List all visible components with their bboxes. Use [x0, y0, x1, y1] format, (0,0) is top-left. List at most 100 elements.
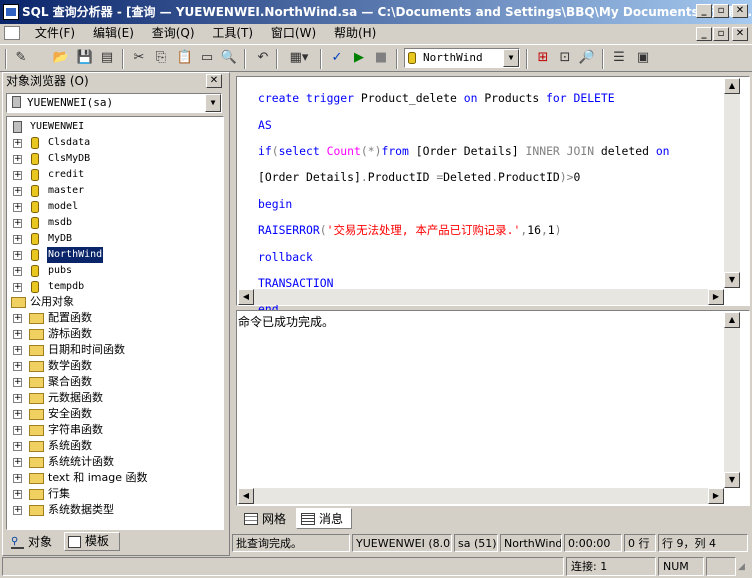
expand-icon[interactable]: + — [13, 474, 22, 483]
expand-icon[interactable]: + — [13, 203, 22, 212]
expand-icon[interactable]: + — [13, 362, 22, 371]
tree-common-objects[interactable]: 公用对象 — [7, 294, 207, 310]
minimize-button[interactable]: _ — [696, 4, 712, 18]
tree-common-object-item[interactable]: + 元数据函数 — [7, 390, 217, 406]
expand-icon[interactable]: + — [13, 346, 22, 355]
tab-templates[interactable]: 模板 — [64, 532, 120, 551]
tree-database-item[interactable]: + ClsMyDB — [7, 151, 207, 167]
object-browser-close-button[interactable]: ✕ — [206, 74, 222, 88]
copy-icon[interactable]: ⎘ — [152, 49, 170, 67]
search-object-icon[interactable]: 🔎 — [578, 49, 596, 67]
save-icon[interactable]: 💾 — [76, 49, 94, 67]
tab-grid[interactable]: 网格 — [240, 509, 296, 530]
chevron-down-icon[interactable]: ▼ — [205, 94, 221, 112]
open-icon[interactable]: 📂 — [52, 49, 70, 67]
editor-vertical-scrollbar[interactable]: ▲ ▼ — [724, 78, 740, 288]
scroll-right-icon[interactable]: ▶ — [708, 289, 724, 305]
scroll-down-icon[interactable]: ▼ — [724, 472, 740, 488]
results-pane[interactable] — [236, 310, 750, 506]
expand-icon[interactable]: + — [13, 219, 22, 228]
tree-database-item[interactable]: + NorthWind — [7, 246, 207, 264]
results-vertical-scrollbar[interactable]: ▲ ▼ — [724, 312, 740, 488]
tree-common-object-item[interactable]: + 游标函数 — [7, 326, 217, 342]
expand-icon[interactable]: + — [13, 171, 22, 180]
restore-button[interactable]: ▫ — [713, 4, 729, 18]
tree-database-item[interactable]: + credit — [7, 167, 207, 183]
server-select[interactable]: YUEWENWEI(sa) ▼ — [6, 93, 222, 113]
expand-icon[interactable]: + — [13, 283, 22, 292]
expand-icon[interactable]: + — [13, 251, 22, 260]
parse-icon[interactable]: ✓ — [328, 49, 346, 67]
database-select[interactable]: NorthWind ▼ — [404, 48, 520, 68]
tree-common-object-item[interactable]: + 配置函数 — [7, 310, 217, 326]
find-icon[interactable]: 🔍 — [220, 49, 238, 67]
tree-common-object-item[interactable]: + 安全函数 — [7, 406, 217, 422]
tree-common-object-item[interactable]: + 聚合函数 — [7, 374, 217, 390]
expand-icon[interactable]: + — [13, 506, 22, 515]
resize-grip-icon[interactable]: ◢ — [738, 562, 745, 572]
object-browser-icon[interactable]: ▣ — [634, 49, 652, 67]
menu-file[interactable]: 文件(F) — [28, 24, 82, 42]
scroll-up-icon[interactable]: ▲ — [724, 312, 740, 328]
tree-common-object-item[interactable]: + 数学函数 — [7, 358, 217, 374]
scroll-down-icon[interactable]: ▼ — [724, 272, 740, 288]
editor-horizontal-scrollbar[interactable]: ◀ ▶ — [238, 289, 724, 305]
expand-icon[interactable]: + — [13, 458, 22, 467]
close-button[interactable]: ✕ — [732, 4, 748, 18]
tree-database-item[interactable]: + pubs — [7, 263, 207, 279]
results-horizontal-scrollbar[interactable]: ◀ ▶ — [238, 488, 724, 504]
expand-icon[interactable]: + — [13, 314, 22, 323]
expand-icon[interactable]: + — [13, 378, 22, 387]
scroll-left-icon[interactable]: ◀ — [238, 488, 254, 504]
scroll-left-icon[interactable]: ◀ — [238, 289, 254, 305]
undo-icon[interactable]: ↶ — [254, 49, 272, 67]
tree-database-item[interactable]: + tempdb — [7, 279, 207, 295]
tree-common-object-item[interactable]: + 系统数据类型 — [7, 502, 217, 518]
tree-database-item[interactable]: + Clsdata — [7, 135, 207, 151]
menu-tools[interactable]: 工具(T) — [205, 24, 260, 42]
clear-icon[interactable]: ▭ — [198, 49, 216, 67]
menu-window[interactable]: 窗口(W) — [264, 24, 323, 42]
expand-icon[interactable]: + — [13, 426, 22, 435]
tree-common-object-item[interactable]: + text 和 image 函数 — [7, 470, 217, 486]
tree-database-item[interactable]: + msdb — [7, 215, 207, 231]
new-query-icon[interactable]: ✎ — [12, 49, 30, 67]
execute-icon[interactable]: ▶ — [350, 49, 368, 67]
query-code[interactable]: create trigger Product_delete on Product… — [258, 79, 728, 317]
show-plan-icon[interactable]: ⊞ — [534, 49, 552, 67]
tree-common-object-item[interactable]: + 行集 — [7, 486, 217, 502]
object-search-icon[interactable]: ⊡ — [556, 49, 574, 67]
chevron-down-icon[interactable]: ▼ — [503, 49, 519, 67]
menu-query[interactable]: 查询(Q) — [145, 24, 202, 42]
expand-icon[interactable]: + — [13, 330, 22, 339]
menu-help[interactable]: 帮助(H) — [327, 24, 383, 42]
expand-icon[interactable]: + — [13, 187, 22, 196]
scroll-right-icon[interactable]: ▶ — [708, 488, 724, 504]
properties-icon[interactable]: ☰ — [610, 49, 628, 67]
expand-icon[interactable]: + — [13, 155, 22, 164]
mdi-minimize-button[interactable]: _ — [696, 27, 712, 41]
expand-icon[interactable]: + — [13, 394, 22, 403]
mdi-close-button[interactable]: ✕ — [732, 27, 748, 41]
tree-database-item[interactable]: + master — [7, 183, 207, 199]
tab-objects[interactable]: ⚲ 对象 — [8, 534, 62, 553]
scroll-up-icon[interactable]: ▲ — [724, 78, 740, 94]
tree-root-server[interactable]: YUEWENWEI — [7, 119, 207, 135]
tree-database-item[interactable]: + MyDB — [7, 231, 207, 247]
tree-common-object-item[interactable]: + 系统统计函数 — [7, 454, 217, 470]
expand-icon[interactable]: + — [13, 267, 22, 276]
expand-icon[interactable]: + — [13, 442, 22, 451]
object-tree[interactable]: YUEWENWEI + Clsdata + ClsMyDB + credit + master… — [6, 116, 224, 530]
load-script-icon[interactable]: ▤ — [98, 49, 116, 67]
document-icon[interactable] — [4, 26, 20, 40]
tree-common-object-item[interactable]: + 字符串函数 — [7, 422, 217, 438]
splitter[interactable] — [230, 72, 234, 556]
expand-icon[interactable]: + — [13, 139, 22, 148]
tab-messages[interactable]: 消息 — [296, 508, 352, 529]
stop-icon[interactable]: ■ — [372, 49, 390, 67]
expand-icon[interactable]: + — [13, 410, 22, 419]
tree-common-object-item[interactable]: + 日期和时间函数 — [7, 342, 217, 358]
cut-icon[interactable]: ✂ — [130, 49, 148, 67]
results-mode-icon[interactable]: ▦▾ — [284, 49, 314, 67]
expand-icon[interactable]: + — [13, 490, 22, 499]
